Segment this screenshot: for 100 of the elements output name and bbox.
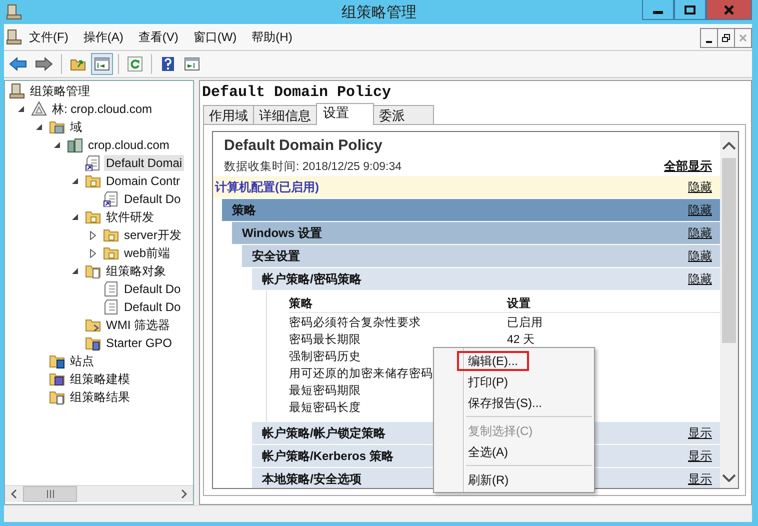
menu-item[interactable]: 帮助(H) — [244, 26, 300, 48]
expanded-icon[interactable] — [72, 214, 78, 220]
menu-item[interactable]: 保存报告(S)... — [457, 392, 553, 412]
expanded-icon[interactable] — [72, 268, 78, 274]
vertical-scrollbar[interactable] — [720, 132, 738, 488]
menu-item[interactable]: 编辑(E)... — [457, 350, 529, 370]
expanded-icon[interactable] — [36, 124, 42, 130]
table-cell: 用可还原的加密来储存密码 — [289, 366, 433, 381]
pane-title: Default Domain Policy — [201, 84, 392, 103]
tree-item[interactable]: Default Do — [122, 281, 183, 297]
section-title: 帐户策略/帐户锁定策略 — [262, 424, 386, 442]
section-title: 本地策略/安全选项 — [262, 470, 362, 488]
minimize-button[interactable] — [700, 28, 718, 48]
folder-icon — [85, 317, 101, 333]
document-icon — [103, 281, 119, 297]
section-title: 帐户策略/Kerberos 策略 — [262, 448, 394, 464]
table-cell-text: 42 天 — [507, 333, 535, 347]
menu-item[interactable]: 窗口(W) — [186, 26, 245, 48]
tree-item[interactable]: Default Domai — [104, 155, 184, 171]
folder-icon — [85, 263, 101, 279]
folder-icon — [103, 245, 119, 261]
tree-item[interactable]: 组策略结果 — [68, 389, 132, 405]
tree-item[interactable]: crop.cloud.com — [86, 137, 172, 153]
server-icon — [67, 137, 83, 153]
tree-item[interactable]: web前端 — [122, 245, 172, 261]
toggle-link[interactable]: 显示 — [688, 424, 712, 442]
table-cell-text: 已启用 — [507, 316, 543, 330]
table-cell: 密码最长期限 — [289, 332, 361, 347]
folder-icon — [49, 119, 65, 135]
folder-icon — [49, 353, 65, 369]
toggle-link[interactable]: 隐藏 — [688, 224, 712, 242]
section-title: 帐户策略/密码策略 — [262, 270, 362, 288]
section-header[interactable]: 策略 隐藏 — [222, 199, 720, 221]
show-all-link[interactable]: 全部显示 — [664, 158, 712, 175]
section-header[interactable]: 计算机配置(已启用) 隐藏 — [213, 176, 720, 198]
tree-item[interactable]: Default Do — [122, 299, 183, 315]
section-title: 计算机配置(已启用) — [215, 178, 319, 196]
close-icon — [723, 4, 735, 14]
console-tree-button[interactable] — [91, 53, 113, 75]
tree-item[interactable]: 组策略管理 — [28, 83, 92, 99]
tab[interactable]: 委派 — [373, 105, 434, 124]
menu-item[interactable]: 查看(V) — [131, 26, 186, 48]
tree-item[interactable]: 域 — [68, 119, 84, 135]
menu-item[interactable]: 刷新(R) — [457, 470, 520, 490]
tree-item[interactable]: 站点 — [68, 353, 96, 369]
tree-item[interactable]: Starter GPO — [104, 335, 174, 351]
folder-icon — [85, 173, 101, 189]
expanded-icon[interactable] — [54, 142, 60, 148]
restore-button[interactable] — [717, 28, 735, 48]
toggle-link[interactable]: 隐藏 — [688, 270, 712, 288]
tab[interactable]: 详细信息 — [253, 105, 317, 124]
section-title: Windows 设置 — [242, 224, 322, 242]
tree-item[interactable]: 组策略建模 — [68, 371, 132, 387]
minimize-icon — [653, 11, 663, 14]
tree-item[interactable]: WMI 筛选器 — [104, 317, 172, 333]
menu-item[interactable]: 打印(P) — [457, 372, 519, 392]
section-title: 策略 — [232, 202, 256, 218]
report-heading: Default Domain Policy — [223, 137, 384, 156]
collapsed-icon[interactable] — [90, 248, 96, 258]
toggle-link[interactable]: 显示 — [688, 448, 712, 464]
section-header[interactable]: 安全设置 隐藏 — [242, 245, 720, 267]
section-header[interactable]: 帐户策略/密码策略 隐藏 — [252, 268, 720, 290]
horizontal-scrollbar[interactable] — [5, 485, 193, 502]
folder-icon — [49, 371, 65, 387]
maximize-icon — [684, 4, 696, 14]
table-cell: 强制密码历史 — [289, 349, 361, 364]
tree-item[interactable]: 组策略对象 — [104, 263, 168, 279]
toggle-link[interactable]: 隐藏 — [688, 178, 712, 196]
window-title: 组策略管理 — [342, 3, 416, 22]
table-cell: 最短密码期限 — [289, 383, 361, 398]
tree-item[interactable]: Default Do — [122, 191, 183, 207]
folder-icon — [85, 209, 101, 225]
scrollbar-thumb[interactable] — [722, 158, 736, 343]
tree-item[interactable]: Domain Contr — [104, 173, 182, 189]
triangle-icon — [31, 101, 47, 117]
folder-icon — [70, 57, 86, 71]
server-icon — [9, 83, 25, 99]
folder-icon — [49, 389, 65, 405]
document-icon — [103, 191, 119, 207]
tree-item[interactable]: 软件研发 — [104, 209, 156, 225]
tab[interactable]: 设置 — [316, 103, 374, 125]
minimize-icon — [706, 41, 712, 43]
toggle-link[interactable]: 隐藏 — [688, 202, 712, 218]
menu-item[interactable]: 文件(F) — [22, 26, 76, 48]
toggle-link[interactable]: 显示 — [688, 470, 712, 488]
table-cell: 密码必须符合复杂性要求 — [289, 315, 421, 330]
tab[interactable]: 作用域 — [203, 105, 254, 124]
scrollbar-thumb[interactable] — [23, 486, 77, 502]
close-button[interactable] — [706, 0, 752, 20]
section-header[interactable]: Windows 设置 隐藏 — [232, 222, 720, 244]
expanded-icon[interactable] — [18, 106, 24, 112]
minimize-button[interactable] — [642, 0, 674, 20]
expanded-icon[interactable] — [72, 178, 78, 184]
tree-item[interactable]: server开发 — [122, 227, 184, 243]
toggle-link[interactable]: 隐藏 — [688, 248, 712, 264]
tree-item[interactable]: 林: crop.cloud.com — [50, 101, 154, 117]
collection-time: 数据收集时间: 2018/12/25 9:09:34 — [224, 160, 402, 174]
menu-item[interactable]: 操作(A) — [76, 26, 132, 48]
collapsed-icon[interactable] — [90, 230, 96, 240]
maximize-button[interactable] — [674, 0, 706, 20]
